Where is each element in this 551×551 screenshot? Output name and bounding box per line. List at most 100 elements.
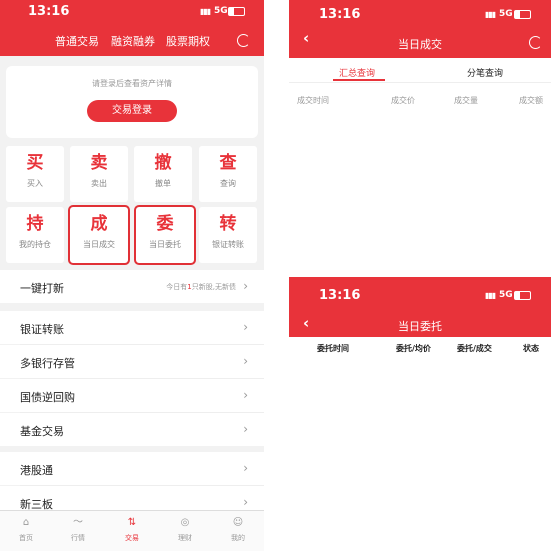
trade-type-nav: 普通交易 融资融券 股票期权: [0, 24, 264, 56]
tab-summary-query[interactable]: 汇总查询: [339, 66, 375, 79]
nav-stock-options[interactable]: 股票期权: [166, 33, 210, 49]
tab-profile[interactable]: ☺ 我的: [212, 511, 264, 551]
nav-normal-trade[interactable]: 普通交易: [55, 33, 99, 49]
orders-glyph: 委: [156, 214, 174, 234]
trade-login-button[interactable]: 交易登录: [87, 100, 177, 122]
query-tile[interactable]: 查 查询: [199, 146, 257, 202]
tab-home[interactable]: ⌂ 首页: [0, 511, 52, 551]
sell-glyph: 卖: [90, 153, 108, 173]
cancel-label: 撤单: [155, 179, 171, 188]
page-title: 当日成交: [398, 38, 442, 51]
ipo-label: 一键打新: [20, 282, 64, 295]
deals-glyph: 成: [90, 214, 108, 234]
col-deal-volume: 成交量: [454, 96, 478, 105]
col-order-time: 委托时间: [317, 344, 349, 353]
col-order-status: 状态: [523, 344, 539, 353]
col-deal-time: 成交时间: [297, 96, 329, 105]
holdings-label: 我的持仓: [19, 240, 51, 249]
menu-label: 基金交易: [20, 425, 64, 438]
tab-label: 理财: [178, 534, 192, 542]
deals-label: 当日成交: [83, 240, 115, 249]
orders-label: 当日委托: [149, 240, 181, 249]
left-phone-screen: 13:16 ▮▮▮ 5G 普通交易 融资融券 股票期权 请登录后查看资产详情 交…: [0, 0, 264, 551]
sell-label: 卖出: [91, 179, 107, 188]
holdings-glyph: 持: [26, 214, 44, 234]
buy-tile[interactable]: 买 买入: [6, 146, 64, 202]
menu-label: 多银行存管: [20, 357, 75, 370]
menu-label: 银证转账: [20, 323, 64, 336]
chevron-right-icon: ›: [243, 354, 248, 368]
chevron-right-icon: ›: [243, 461, 248, 475]
refresh-icon[interactable]: [237, 34, 250, 47]
tab-market[interactable]: 〜 行情: [52, 511, 104, 551]
buy-label: 买入: [27, 179, 43, 188]
today-orders-screen: 13:16 ▮▮▮ 5G ‹ 当日委托 委托时间 委托/均价 委托/成交 状态: [289, 277, 551, 551]
trade-icon: ⇅: [127, 517, 137, 528]
battery-icon: [514, 291, 531, 300]
chevron-right-icon: ›: [243, 279, 248, 293]
today-deals-tile[interactable]: 成 当日成交: [68, 205, 130, 265]
menu-fund-trade[interactable]: 基金交易 ›: [0, 413, 264, 446]
tab-label: 我的: [231, 534, 245, 542]
orders-header: 13:16 ▮▮▮ 5G ‹ 当日委托: [289, 277, 551, 337]
cancel-glyph: 撤: [154, 153, 172, 173]
bank-transfer-tile[interactable]: 转 银证转账: [199, 207, 257, 263]
deals-header: 13:16 ▮▮▮ 5G ‹ 当日成交: [289, 0, 551, 58]
bottom-tab-bar: ⌂ 首页 〜 行情 ⇅ 交易 ◎ 理财 ☺ 我的: [0, 510, 264, 551]
col-order-filled: 委托/成交: [457, 344, 492, 353]
chevron-right-icon: ›: [243, 422, 248, 436]
menu-multi-bank[interactable]: 多银行存管 ›: [0, 345, 264, 378]
network-label: 5G: [499, 9, 513, 19]
tab-label: 首页: [19, 534, 33, 542]
buy-glyph: 买: [26, 153, 44, 173]
chevron-right-icon: ›: [243, 320, 248, 334]
menu-bank-transfer[interactable]: 银证转账 ›: [0, 311, 264, 344]
signal-icon: ▮▮▮: [485, 10, 496, 19]
battery-icon: [228, 7, 245, 16]
ipo-info: 今日有1只新股,无新债: [166, 283, 236, 291]
cancel-order-tile[interactable]: 撤 撤单: [134, 146, 192, 202]
home-icon: ⌂: [22, 517, 30, 528]
profile-icon: ☺: [232, 517, 244, 528]
col-deal-price: 成交价: [391, 96, 415, 105]
col-deal-amount: 成交额: [519, 96, 543, 105]
refresh-icon[interactable]: [529, 36, 542, 49]
status-time: 13:16: [319, 7, 361, 22]
today-deals-screen: 13:16 ▮▮▮ 5G ‹ 当日成交 汇总查询 分笔查询 成交时间 成交价 成…: [289, 0, 551, 262]
wealth-icon: ◎: [180, 517, 190, 528]
tab-wealth[interactable]: ◎ 理财: [159, 511, 211, 551]
battery-icon: [514, 10, 531, 19]
signal-icon: ▮▮▮: [200, 7, 211, 16]
signal-icon: ▮▮▮: [485, 291, 496, 300]
login-card: 请登录后查看资产详情 交易登录: [6, 66, 258, 138]
query-label: 查询: [220, 179, 236, 188]
transfer-label: 银证转账: [212, 240, 244, 249]
col-order-price: 委托/均价: [396, 344, 431, 353]
network-label: 5G: [499, 290, 513, 300]
menu-label: 港股通: [20, 464, 53, 477]
status-bar: 13:16 ▮▮▮ 5G: [0, 0, 264, 24]
menu-hk-connect[interactable]: 港股通 ›: [0, 452, 264, 485]
tab-trade[interactable]: ⇅ 交易: [106, 511, 158, 551]
query-glyph: 查: [219, 153, 237, 173]
today-orders-tile[interactable]: 委 当日委托: [134, 205, 196, 265]
transfer-glyph: 转: [219, 214, 237, 234]
chevron-right-icon: ›: [243, 388, 248, 402]
tab-detail-query[interactable]: 分笔查询: [467, 66, 503, 79]
network-label: 5G: [214, 6, 228, 16]
menu-bond-repo[interactable]: 国债逆回购 ›: [0, 379, 264, 412]
active-tab-indicator: [333, 79, 385, 81]
holdings-tile[interactable]: 持 我的持仓: [6, 207, 64, 263]
tab-label: 行情: [71, 534, 85, 542]
nav-margin-trade[interactable]: 融资融券: [111, 33, 155, 49]
menu-label: 国债逆回购: [20, 391, 75, 404]
status-time: 13:16: [28, 4, 70, 19]
chevron-right-icon: ›: [243, 495, 248, 509]
divider: [289, 82, 551, 83]
login-hint: 请登录后查看资产详情: [92, 79, 172, 88]
status-time: 13:16: [319, 288, 361, 303]
one-click-ipo-row[interactable]: 一键打新 今日有1只新股,无新债 ›: [0, 270, 264, 303]
chart-icon: 〜: [73, 517, 83, 528]
tab-label: 交易: [125, 534, 139, 542]
sell-tile[interactable]: 卖 卖出: [70, 146, 128, 202]
